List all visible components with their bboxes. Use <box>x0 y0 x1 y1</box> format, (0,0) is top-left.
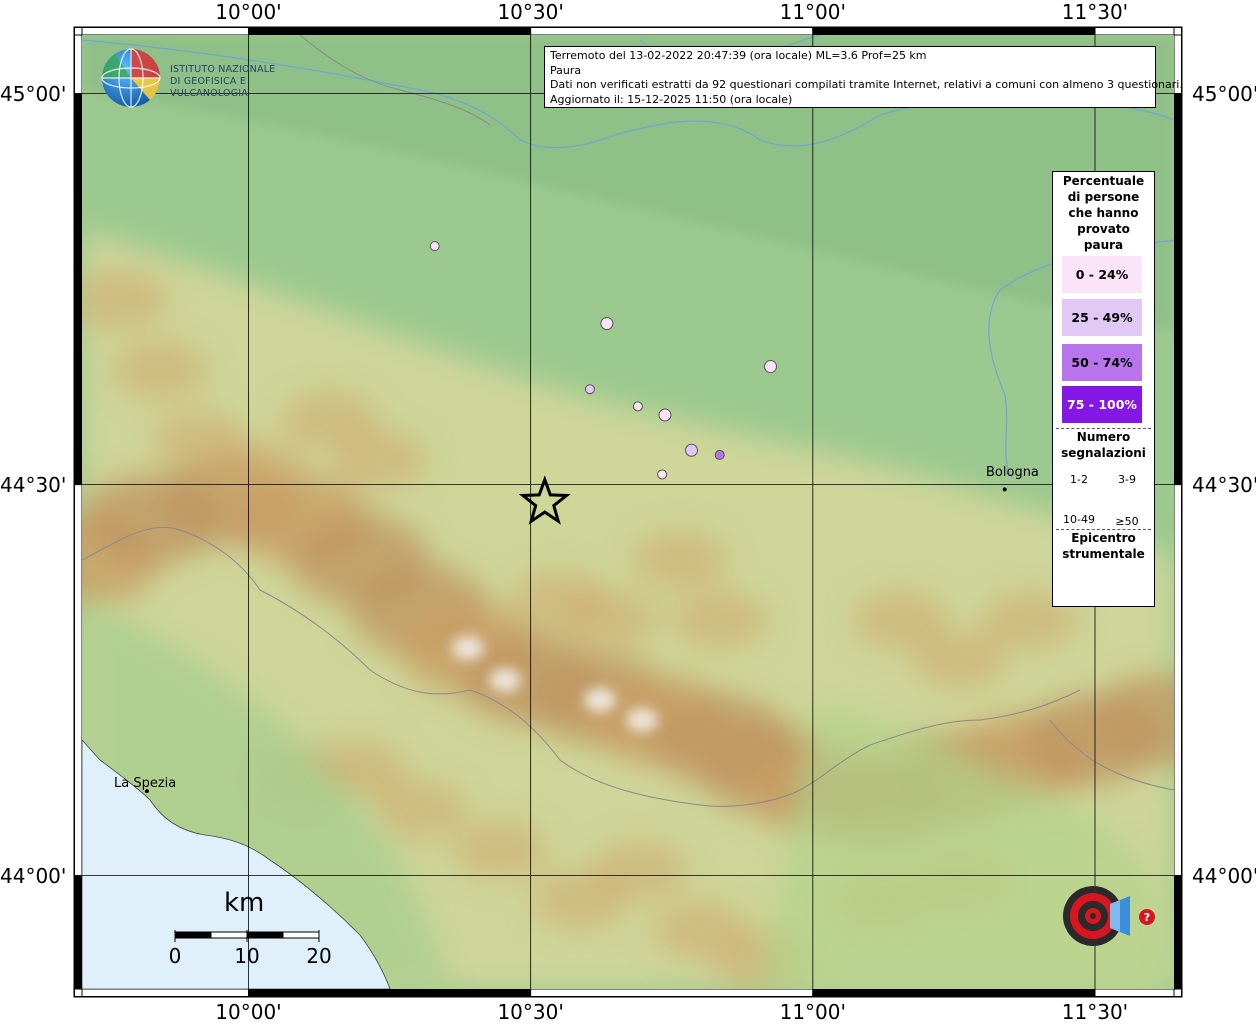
lon-label-bottom: 11°30' <box>1061 1000 1129 1024</box>
map-figure: ? 10°00' 10°00' 10°30' 10°30' 11°00' 11°00' 11… <box>0 0 1256 1024</box>
lat-label-left: 44°30' <box>0 472 67 497</box>
map-outer-border <box>74 27 1182 997</box>
lon-label-top: 10°00' <box>215 0 282 24</box>
lon-label-top: 11°30' <box>1061 0 1129 24</box>
lon-label-bottom: 10°30' <box>497 1000 564 1024</box>
lon-label-bottom: 10°00' <box>215 1000 282 1024</box>
lat-label-right: 44°00' <box>1192 863 1256 888</box>
lon-label-top: 11°00' <box>779 0 847 24</box>
lat-label-left: 44°00' <box>0 863 67 888</box>
lat-label-right: 45°00' <box>1192 81 1256 106</box>
lon-label-bottom: 11°00' <box>779 1000 847 1024</box>
lat-label-right: 44°30' <box>1192 472 1256 497</box>
lon-label-top: 10°30' <box>497 0 564 24</box>
lat-label-left: 45°00' <box>0 81 67 106</box>
